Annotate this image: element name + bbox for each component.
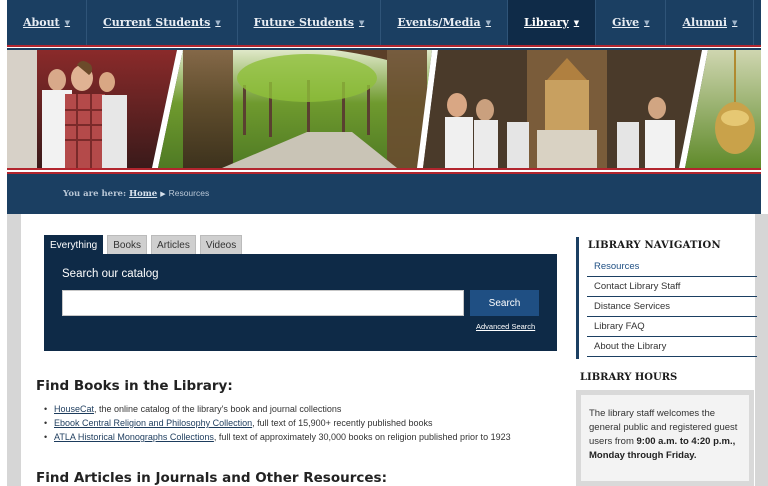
nav-item-events-media[interactable]: Events/Media ▼ — [381, 0, 509, 45]
tab-articles[interactable]: Articles — [151, 235, 196, 254]
breadcrumb-home-link[interactable]: Home — [129, 189, 157, 199]
arrow-right-icon: ▶ — [160, 189, 166, 198]
content-frame-left — [7, 214, 21, 486]
list-item: ATLA Historical Monographs Collections, … — [44, 430, 554, 444]
chevron-down-icon: ▼ — [358, 18, 365, 27]
catalog-search-input[interactable] — [62, 290, 464, 316]
list-item: Ebook Central Religion and Philosophy Co… — [44, 416, 554, 430]
nav-item-alumni[interactable]: Alumni ▼ — [666, 0, 755, 45]
breadcrumb: You are here: Home ▶ Resources — [63, 188, 209, 199]
nav-label: About — [23, 16, 60, 29]
chevron-down-icon: ▼ — [644, 18, 650, 27]
nav-item-current-students[interactable]: Current Students ▼ — [87, 0, 238, 45]
banner-image — [7, 50, 761, 168]
atla-monographs-link[interactable]: ATLA Historical Monographs Collections — [54, 432, 214, 442]
ebook-central-link[interactable]: Ebook Central Religion and Philosophy Co… — [54, 418, 252, 428]
list-item-text: , full text of approximately 30,000 book… — [213, 432, 511, 442]
housecat-link[interactable]: HouseCat — [54, 404, 94, 414]
banner-collage — [7, 50, 761, 168]
list-item-text: , full text of 15,900+ recently publishe… — [252, 418, 433, 428]
nav-label: Future Students — [253, 16, 354, 29]
sidebar-item-distance-services[interactable]: Distance Services — [587, 297, 757, 317]
sidebar-item-about-the-library[interactable]: About the Library — [587, 337, 757, 357]
nav-item-about[interactable]: About ▼ — [7, 0, 88, 45]
breadcrumb-bar: You are here: Home ▶ Resources — [7, 174, 761, 214]
search-tabs: Everything Books Articles Videos — [44, 235, 246, 254]
tab-videos[interactable]: Videos — [199, 235, 243, 254]
library-hours-box: The library staff welcomes the general p… — [576, 390, 754, 486]
library-hours-text: The library staff welcomes the general p… — [581, 395, 749, 481]
sidebar-item-resources[interactable]: Resources — [587, 257, 757, 277]
nav-item-future-students[interactable]: Future Students ▼ — [238, 0, 382, 45]
list-item-text: , the online catalog of the library's bo… — [94, 404, 342, 414]
breadcrumb-current: Resources — [168, 188, 210, 198]
top-navigation: About ▼ Current Students ▼ Future Students… — [0, 0, 768, 45]
catalog-search-panel: Search our catalog Search Advanced Searc… — [44, 254, 557, 351]
nav-label: Events/Media — [397, 16, 481, 29]
sidebar-item-library-faq[interactable]: Library FAQ — [587, 317, 757, 337]
tab-books[interactable]: Books — [107, 235, 148, 254]
nav-label: Current Students — [103, 16, 211, 29]
chevron-down-icon: ▼ — [215, 18, 221, 27]
nav-item-library[interactable]: Library ▼ — [508, 0, 597, 45]
library-navigation-heading: LIBRARY NAVIGATION — [588, 240, 721, 251]
books-heading: Find Books in the Library: — [36, 378, 233, 394]
sidebar-item-contact-library-staff[interactable]: Contact Library Staff — [587, 277, 757, 297]
list-item: HouseCat, the online catalog of the libr… — [44, 402, 554, 416]
library-hours-heading: LIBRARY HOURS — [580, 372, 678, 383]
nav-label: Give — [612, 16, 640, 29]
nav-label: Alumni — [682, 16, 728, 29]
breadcrumb-prefix: You are here: — [63, 189, 127, 199]
tab-everything[interactable]: Everything — [44, 235, 104, 254]
nav-item-give[interactable]: Give ▼ — [596, 0, 667, 45]
chevron-down-icon: ▼ — [485, 18, 492, 27]
chevron-down-icon: ▼ — [64, 18, 71, 27]
books-list: HouseCat, the online catalog of the libr… — [44, 402, 554, 444]
nav-label: Library — [524, 16, 569, 29]
articles-heading: Find Articles in Journals and Other Reso… — [36, 470, 387, 486]
advanced-search-link[interactable]: Advanced Search — [476, 322, 535, 331]
library-navigation: LIBRARY NAVIGATION Resources Contact Lib… — [576, 237, 757, 359]
search-button[interactable]: Search — [470, 290, 539, 316]
chevron-down-icon: ▼ — [732, 18, 738, 27]
search-title: Search our catalog — [62, 268, 159, 280]
chevron-down-icon: ▼ — [573, 18, 580, 27]
